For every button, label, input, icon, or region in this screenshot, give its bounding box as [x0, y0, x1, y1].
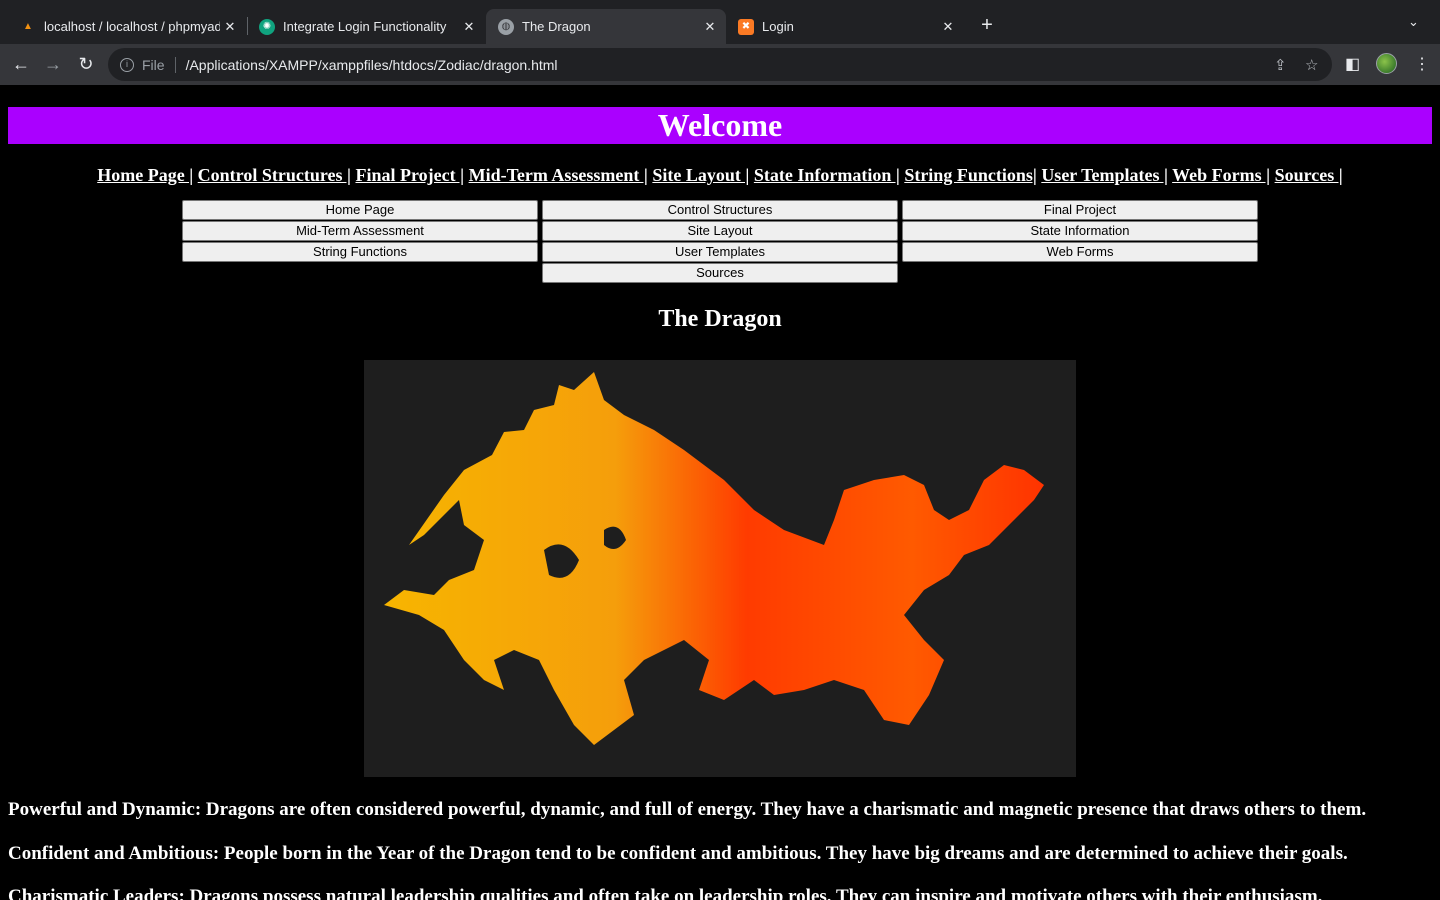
control-structures-button[interactable]: Control Structures — [542, 200, 898, 220]
user-templates-button[interactable]: User Templates — [542, 242, 898, 262]
site-layout-button[interactable]: Site Layout — [542, 221, 898, 241]
globe-icon: ◍ — [498, 18, 514, 35]
bookmark-star-icon[interactable]: ☆ — [1305, 56, 1318, 74]
tab-search-chevron-icon[interactable]: ⌄ — [1408, 14, 1419, 30]
web-forms-button[interactable]: Web Forms — [902, 242, 1258, 262]
scheme-label: File — [142, 56, 165, 73]
link-string-functions[interactable]: String Functions| — [904, 165, 1037, 185]
tab-phpmyadmin[interactable]: ▲ localhost / localhost / phpmyadmin ✕ — [8, 9, 246, 44]
link-state-information[interactable]: State Information | — [754, 165, 900, 185]
share-icon[interactable]: ⇪ — [1274, 56, 1287, 74]
browser-tab-strip: ▲ localhost / localhost / phpmyadmin ✕ ✺… — [0, 0, 1440, 44]
paragraph-powerful: Powerful and Dynamic: Dragons are often … — [8, 799, 1367, 820]
link-user-templates[interactable]: User Templates | — [1041, 165, 1168, 185]
link-home-page[interactable]: Home Page | — [97, 165, 193, 185]
info-icon[interactable]: i — [120, 57, 134, 72]
url-text[interactable]: /Applications/XAMPP/xamppfiles/htdocs/Zo… — [186, 57, 558, 73]
mid-term-assessment-button[interactable]: Mid-Term Assessment — [182, 221, 538, 241]
link-final-project[interactable]: Final Project | — [355, 165, 464, 185]
tab-login[interactable]: ✖ Login ✕ — [726, 9, 964, 44]
profile-avatar[interactable] — [1376, 53, 1397, 74]
tab-title: Login — [762, 19, 794, 34]
link-sources[interactable]: Sources | — [1275, 165, 1343, 185]
link-control-structures[interactable]: Control Structures | — [198, 165, 351, 185]
chatgpt-icon: ✺ — [259, 18, 275, 35]
nav-link-bar: Home Page | Control Structures | Final P… — [0, 165, 1440, 186]
final-project-button[interactable]: Final Project — [902, 200, 1258, 220]
side-panel-icon[interactable]: ◧ — [1345, 54, 1360, 74]
string-functions-button[interactable]: String Functions — [182, 242, 538, 262]
close-icon[interactable]: ✕ — [459, 19, 479, 35]
back-arrow-icon[interactable]: ← — [9, 52, 33, 76]
state-information-button[interactable]: State Information — [902, 221, 1258, 241]
home-page-button[interactable]: Home Page — [182, 200, 538, 220]
close-icon[interactable]: ✕ — [700, 19, 720, 35]
address-bar[interactable]: i File /Applications/XAMPP/xamppfiles/ht… — [108, 48, 1332, 81]
browser-toolbar: ← → ↻ i File /Applications/XAMPP/xamppfi… — [0, 44, 1440, 85]
phpmyadmin-icon: ▲ — [23, 21, 33, 32]
xampp-icon: ✖ — [738, 18, 754, 35]
tab-title: localhost / localhost / phpmyadmin — [44, 19, 220, 34]
omnibox-divider — [174, 56, 176, 73]
paragraph-charismatic: Charismatic Leaders: Dragons possess nat… — [8, 886, 1323, 900]
link-mid-term-assessment[interactable]: Mid-Term Assessment | — [469, 165, 648, 185]
page-title: The Dragon — [658, 306, 782, 332]
close-icon[interactable]: ✕ — [220, 19, 240, 35]
welcome-banner: Welcome — [8, 107, 1432, 144]
dragon-image — [364, 360, 1076, 777]
tab-title: Integrate Login Functionality — [283, 19, 447, 34]
page-viewport: Welcome Home Page | Control Structures |… — [0, 85, 1440, 900]
reload-icon[interactable]: ↻ — [74, 52, 98, 76]
tab-the-dragon[interactable]: ◍ The Dragon ✕ — [486, 9, 726, 44]
sources-button[interactable]: Sources — [542, 263, 898, 283]
forward-arrow-icon[interactable]: → — [41, 52, 65, 76]
dragon-illustration — [384, 372, 1044, 745]
link-web-forms[interactable]: Web Forms | — [1172, 165, 1270, 185]
link-site-layout[interactable]: Site Layout | — [652, 165, 749, 185]
tab-title: The Dragon — [522, 19, 591, 34]
paragraph-confident: Confident and Ambitious: People born in … — [8, 843, 1348, 864]
new-tab-plus-icon[interactable]: + — [976, 14, 998, 37]
tab-integrate-login[interactable]: ✺ Integrate Login Functionality ✕ — [247, 9, 485, 44]
menu-kebab-icon[interactable]: ⋮ — [1414, 54, 1430, 74]
close-icon[interactable]: ✕ — [938, 19, 958, 35]
